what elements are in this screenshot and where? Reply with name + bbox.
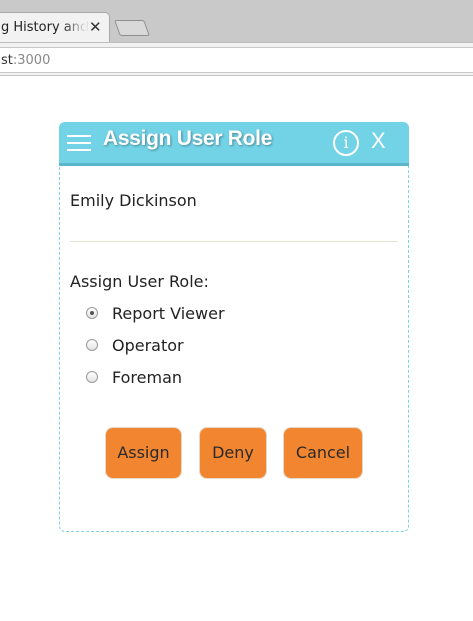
url-port: :3000: [12, 53, 51, 68]
deny-button[interactable]: Deny: [199, 427, 267, 479]
divider: [70, 241, 398, 242]
radio-label: Report Viewer: [112, 304, 225, 323]
url-field[interactable]: st:3000: [0, 47, 473, 73]
close-icon[interactable]: X: [371, 128, 386, 154]
cancel-button[interactable]: Cancel: [283, 427, 363, 479]
radio-button[interactable]: [86, 339, 98, 351]
dialog-title: Assign User Role: [103, 127, 273, 150]
radio-button[interactable]: [86, 307, 98, 319]
role-prompt-label: Assign User Role:: [70, 272, 209, 291]
assign-role-dialog: Assign User Role i X Emily Dickinson Ass…: [59, 122, 409, 532]
tab-title-fade: [63, 15, 87, 39]
url-text: st:3000: [1, 53, 50, 68]
assign-button[interactable]: Assign: [105, 427, 182, 479]
info-icon[interactable]: i: [333, 130, 359, 156]
url-host: st: [1, 53, 13, 68]
address-bar: st:3000: [0, 42, 473, 76]
tab-close-icon[interactable]: ✕: [89, 17, 102, 37]
radio-button[interactable]: [86, 371, 98, 383]
browser-tab[interactable]: g History and Ap ✕: [0, 12, 110, 42]
user-name: Emily Dickinson: [70, 191, 197, 210]
dialog-header: Assign User Role i X: [59, 122, 409, 166]
new-tab-button[interactable]: [114, 20, 150, 36]
hamburger-menu-icon[interactable]: [67, 135, 91, 151]
radio-label: Foreman: [112, 368, 183, 387]
radio-label: Operator: [112, 336, 184, 355]
browser-tab-bar: g History and Ap ✕: [0, 0, 473, 42]
